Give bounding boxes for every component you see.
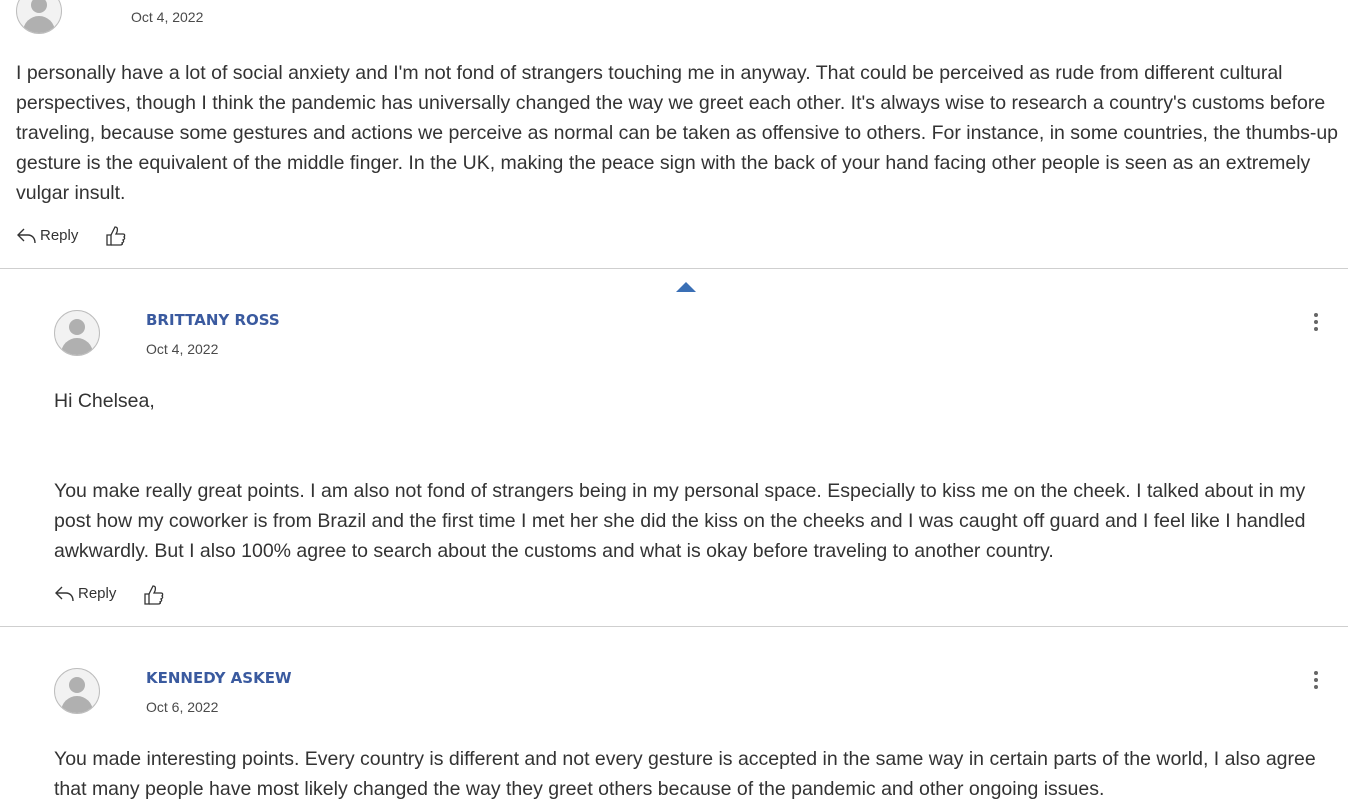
comment-paragraph: I personally have a lot of social anxiet…: [16, 62, 1339, 204]
comment-divider: [0, 626, 1348, 627]
thumbs-up-icon[interactable]: [105, 225, 127, 247]
comment-date: Oct 4, 2022: [131, 9, 204, 25]
avatar[interactable]: [54, 668, 100, 714]
caret-up-icon[interactable]: [676, 282, 696, 292]
reply-label: Reply: [40, 226, 79, 244]
avatar[interactable]: [54, 310, 100, 356]
comment-body: I personally have a lot of social anxiet…: [16, 58, 1341, 208]
author-name[interactable]: KENNEDY ASKEW: [146, 669, 292, 687]
more-vertical-icon[interactable]: [1306, 309, 1326, 335]
comment-date: Oct 4, 2022: [146, 341, 219, 357]
comment-paragraph: You made interesting points. Every count…: [54, 748, 1316, 800]
comment-paragraph: You make really great points. I am also …: [54, 480, 1306, 562]
comment-divider: [0, 268, 1348, 269]
comment-paragraph: Hi Chelsea,: [54, 390, 155, 412]
comment-body: You made interesting points. Every count…: [54, 744, 1324, 804]
reply-button[interactable]: Reply: [54, 582, 116, 604]
comment-date: Oct 6, 2022: [146, 699, 219, 715]
author-name[interactable]: BRITTANY ROSS: [146, 311, 280, 329]
avatar[interactable]: [16, 0, 62, 34]
reply-arrow-icon: [17, 228, 36, 244]
reply-label: Reply: [78, 584, 117, 602]
reply-arrow-icon: [55, 586, 74, 602]
more-vertical-icon[interactable]: [1306, 667, 1326, 693]
reply-button[interactable]: Reply: [16, 224, 78, 246]
thumbs-up-icon[interactable]: [143, 584, 165, 606]
comment-body: Hi Chelsea, You make really great points…: [54, 386, 1324, 566]
